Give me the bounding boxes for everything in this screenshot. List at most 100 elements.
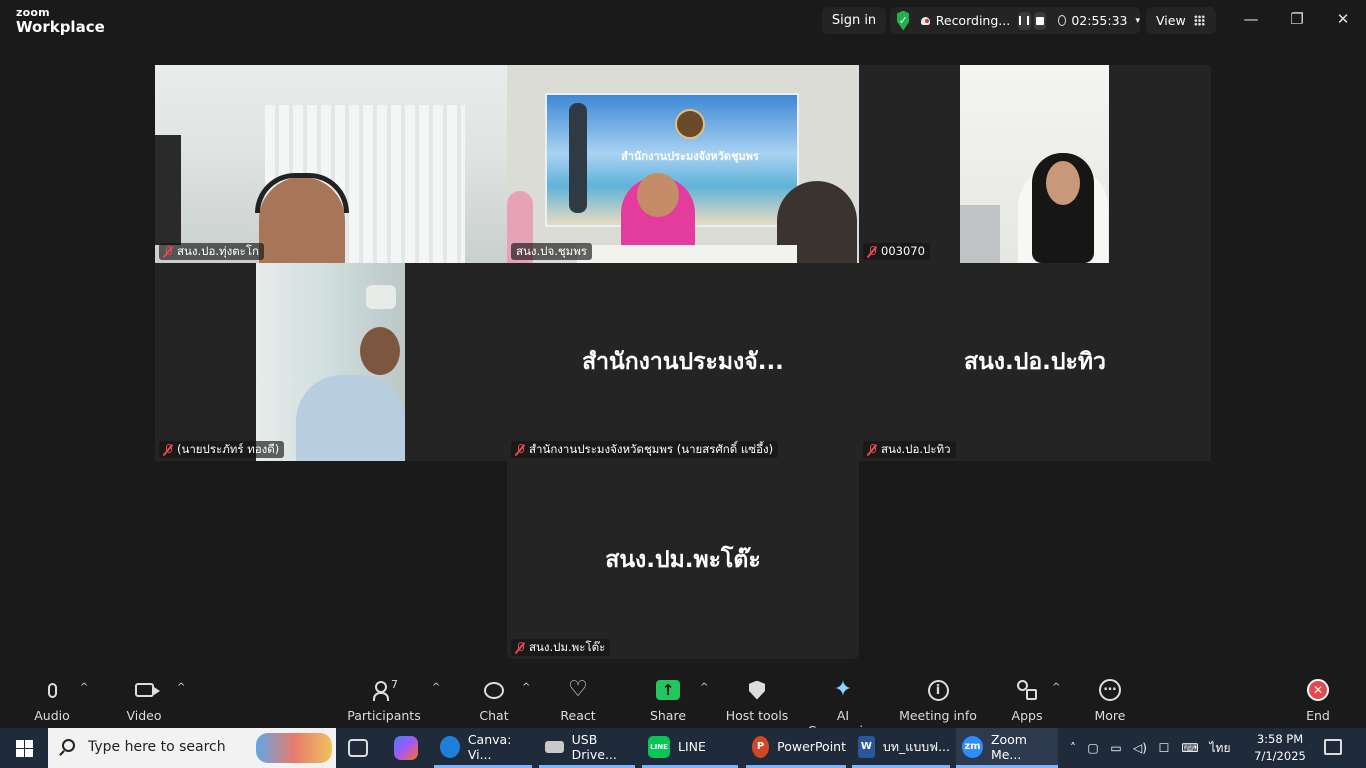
recording-label[interactable]: Recording... xyxy=(936,13,1010,28)
participant-name-tag: สนง.ปอ.ทุ่งตะโก xyxy=(159,243,264,260)
search-icon xyxy=(62,739,75,752)
host-tools-button[interactable]: Host tools xyxy=(714,678,800,724)
taskbar-app-zoom[interactable]: zm Zoom Me... xyxy=(956,728,1058,768)
host-tools-label: Host tools xyxy=(725,708,789,723)
taskbar-app-label: Zoom Me... xyxy=(990,731,1027,762)
audio-label: Audio xyxy=(34,708,70,723)
restore-window-button[interactable]: ❐ xyxy=(1286,10,1308,32)
share-options-caret[interactable]: ^ xyxy=(700,682,708,693)
video-label: Video xyxy=(126,708,162,723)
end-call-icon: ✕ xyxy=(1307,679,1329,701)
taskbar-app-label: LINE xyxy=(678,739,706,754)
meet-now-icon[interactable]: ▢ xyxy=(1082,741,1104,755)
more-label: More xyxy=(1094,708,1126,723)
mic-muted-icon xyxy=(867,246,877,257)
chat-options-caret[interactable]: ^ xyxy=(522,682,530,693)
participant-tile[interactable]: สนง.ปม.พะโต๊ะ สนง.ปม.พะโต๊ะ xyxy=(507,461,859,659)
participant-tile[interactable]: 003070 xyxy=(859,65,1211,263)
participant-tile[interactable]: สนง.ปอ.ทุ่งตะโก xyxy=(155,65,507,263)
pause-recording-button[interactable] xyxy=(1018,11,1031,30)
network-icon[interactable]: ☐ xyxy=(1152,741,1176,755)
meeting-info-button[interactable]: i Meeting info xyxy=(895,678,981,724)
chevron-down-icon[interactable]: ▾ xyxy=(1135,16,1140,26)
participant-display-name: สนง.ปม.พะโต๊ะ xyxy=(605,547,761,573)
participant-tile[interactable]: (นายประภัทร์ ทองดี) xyxy=(155,263,507,461)
mic-muted-icon xyxy=(163,246,173,257)
taskbar-app-label: บท_แบบฟ... xyxy=(882,738,950,754)
taskbar-clock[interactable]: 3:58 PM 7/1/2025 xyxy=(1250,731,1310,765)
taskbar-app-label: USB Drive... xyxy=(571,731,617,762)
mic-muted-icon xyxy=(867,444,877,455)
show-hidden-icons-chevron-icon[interactable]: ˄ xyxy=(1064,741,1082,755)
end-meeting-button[interactable]: ✕ End xyxy=(1275,678,1361,724)
security-shield-icon[interactable]: ✓ xyxy=(897,10,910,31)
minimize-window-button[interactable]: — xyxy=(1240,10,1262,32)
participants-options-caret[interactable]: ^ xyxy=(432,682,440,693)
audio-options-caret[interactable]: ^ xyxy=(80,682,88,693)
participant-display-name: สนง.ปอ.ปะทิว xyxy=(964,349,1106,375)
participant-name: (นายประภัทร์ ทองดี) xyxy=(177,442,280,456)
more-dots-icon: … xyxy=(1099,679,1121,701)
participant-tile[interactable]: สนง.ปอ.ปะทิว สนง.ปอ.ปะทิว xyxy=(859,263,1211,461)
participants-count: 7 xyxy=(391,678,398,691)
taskbar-app-powerpoint[interactable]: P PowerPoint xyxy=(746,728,846,768)
info-icon: i xyxy=(927,679,949,701)
view-button[interactable]: View xyxy=(1146,7,1216,34)
video-options-caret[interactable]: ^ xyxy=(177,682,185,693)
apps-options-caret[interactable]: ^ xyxy=(1052,682,1060,693)
react-label: React xyxy=(560,708,596,723)
participant-video xyxy=(256,263,405,461)
line-icon: LINE xyxy=(648,735,670,758)
active-speaker-tile[interactable]: สำนักงานประมงจังหวัดชุมพร สนง.ปจ.ชุมพร xyxy=(507,65,859,263)
apps-label: Apps xyxy=(1011,708,1043,723)
participant-name-tag: (นายประภัทร์ ทองดี) xyxy=(159,441,285,458)
copilot-icon[interactable] xyxy=(394,736,418,760)
video-button[interactable]: Video xyxy=(101,678,187,724)
taskbar-app-canva[interactable]: Canva: Vi... xyxy=(434,728,532,768)
clock-icon xyxy=(1058,15,1067,26)
taskbar-app-word[interactable]: W บท_แบบฟ... xyxy=(852,728,950,768)
participant-name-tag: 003070 xyxy=(863,243,930,260)
notifications-icon[interactable] xyxy=(1324,739,1342,755)
participant-name-tag: สนง.ปม.พะโต๊ะ xyxy=(511,639,611,656)
grid-icon xyxy=(1193,15,1205,26)
task-view-icon[interactable] xyxy=(348,739,368,757)
more-button[interactable]: … More xyxy=(1067,678,1153,724)
meeting-timer: 02:55:33 xyxy=(1071,13,1128,28)
sparkle-icon: ✦ xyxy=(833,677,853,702)
participant-name: สนง.ปม.พะโต๊ะ xyxy=(529,640,606,654)
keyboard-icon[interactable]: ⌨ xyxy=(1176,741,1204,755)
taskbar-date: 7/1/2025 xyxy=(1254,749,1306,763)
search-placeholder: Type here to search xyxy=(88,739,226,755)
windows-taskbar: Type here to search Canva: Vi... USB Dri… xyxy=(0,728,1366,768)
share-screen-icon: ↑ xyxy=(656,680,680,700)
shield-icon xyxy=(749,680,765,700)
stop-recording-button[interactable] xyxy=(1033,11,1047,30)
participant-name: 003070 xyxy=(881,244,925,258)
taskbar-app-label: Canva: Vi... xyxy=(467,731,512,762)
participant-tile[interactable]: สำนักงานประมงจั... สำนักงานประมงจังหวัดช… xyxy=(507,263,859,461)
close-window-button[interactable]: ✕ xyxy=(1332,10,1354,32)
react-button[interactable]: ♡ React xyxy=(535,678,621,724)
participant-name: สนง.ปจ.ชุมพร xyxy=(516,244,587,258)
chat-icon xyxy=(484,681,504,699)
participants-button[interactable]: 7 Participants xyxy=(341,678,427,724)
sign-in-button[interactable]: Sign in xyxy=(822,7,886,34)
taskbar-app-line[interactable]: LINE LINE xyxy=(642,728,738,768)
participants-label: Participants xyxy=(347,708,421,723)
taskbar-app-usb-drive[interactable]: USB Drive... xyxy=(539,728,635,768)
taskbar-search-box[interactable]: Type here to search xyxy=(48,728,336,768)
chat-label: Chat xyxy=(479,708,509,723)
ai-companion-button[interactable]: ✦ AI Companion xyxy=(800,677,886,739)
participant-display-name: สำนักงานประมงจั... xyxy=(582,349,784,375)
speaker-icon[interactable]: ◁) xyxy=(1128,741,1152,755)
participant-name-tag: สนง.ปจ.ชุมพร xyxy=(511,243,592,260)
video-camera-icon xyxy=(134,683,160,697)
mic-muted-icon xyxy=(515,642,525,653)
meeting-info-label: Meeting info xyxy=(899,708,977,723)
share-button[interactable]: ↑ Share xyxy=(625,678,711,724)
windows-start-icon[interactable] xyxy=(16,740,33,757)
participant-name: สนง.ปอ.ทุ่งตะโก xyxy=(177,244,259,258)
battery-icon[interactable]: ▭ xyxy=(1104,741,1128,755)
input-language[interactable]: ไทย xyxy=(1204,739,1236,758)
